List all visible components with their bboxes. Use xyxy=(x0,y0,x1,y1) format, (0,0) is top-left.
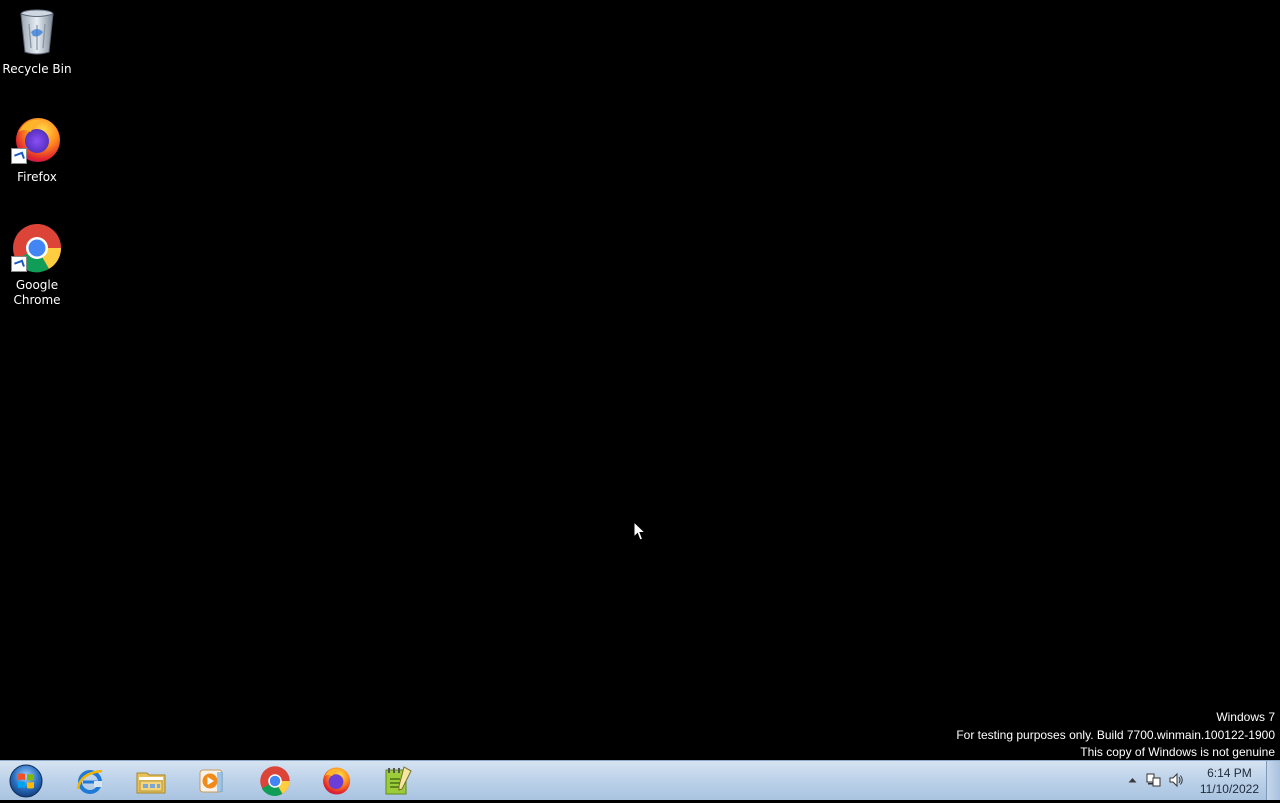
clock[interactable]: 6:14 PM 11/10/2022 xyxy=(1200,765,1259,797)
recycle-bin-icon xyxy=(11,6,63,58)
desktop-icon-firefox[interactable]: Firefox xyxy=(0,114,74,185)
volume-icon[interactable] xyxy=(1168,772,1184,788)
show-desktop-button[interactable] xyxy=(1266,761,1280,800)
windows-start-icon xyxy=(9,764,43,798)
watermark-build: For testing purposes only. Build 7700.wi… xyxy=(956,727,1275,742)
desktop-icon-label: Google Chrome xyxy=(13,278,61,307)
firefox-icon xyxy=(11,114,63,166)
notepad-icon xyxy=(385,766,412,795)
shortcut-arrow-icon xyxy=(11,148,27,164)
desktop-icon-label: Recycle Bin xyxy=(2,62,72,76)
show-hidden-icons-arrow[interactable] xyxy=(1124,772,1140,788)
mouse-cursor-icon xyxy=(633,521,647,541)
taskbar-button-notepad[interactable] xyxy=(372,763,424,799)
desktop[interactable]: Recycle Bin Firefox Google Chrome Window… xyxy=(0,0,1280,760)
chrome-icon xyxy=(11,222,63,274)
desktop-icon-google-chrome[interactable]: Google Chrome xyxy=(0,222,74,308)
network-icon[interactable] xyxy=(1146,772,1162,788)
taskbar-button-google-chrome[interactable] xyxy=(249,763,301,799)
shortcut-arrow-icon xyxy=(11,256,27,272)
desktop-icon-recycle-bin[interactable]: Recycle Bin xyxy=(0,6,74,77)
taskbar-button-internet-explorer[interactable] xyxy=(64,763,116,799)
media-player-icon xyxy=(199,769,223,793)
desktop-icon-label: Firefox xyxy=(17,170,57,184)
watermark-genuine-notice: This copy of Windows is not genuine xyxy=(1080,745,1275,759)
clock-date: 11/10/2022 xyxy=(1199,782,1259,796)
taskbar: 6:14 PM 11/10/2022 xyxy=(0,760,1280,800)
taskbar-button-firefox[interactable] xyxy=(310,763,362,799)
taskbar-button-windows-explorer[interactable] xyxy=(125,763,177,799)
taskbar-button-media-player[interactable] xyxy=(186,763,238,799)
start-button[interactable] xyxy=(6,763,46,799)
internet-explorer-icon xyxy=(76,769,103,794)
chrome-icon xyxy=(260,766,290,796)
file-explorer-icon xyxy=(136,772,166,794)
system-tray: 6:14 PM 11/10/2022 xyxy=(1120,761,1280,800)
firefox-icon xyxy=(323,767,351,795)
windows-watermark: Windows 7 For testing purposes only. Bui… xyxy=(956,709,1275,762)
watermark-edition: Windows 7 xyxy=(1216,710,1275,724)
clock-time: 6:14 PM xyxy=(1207,766,1252,780)
